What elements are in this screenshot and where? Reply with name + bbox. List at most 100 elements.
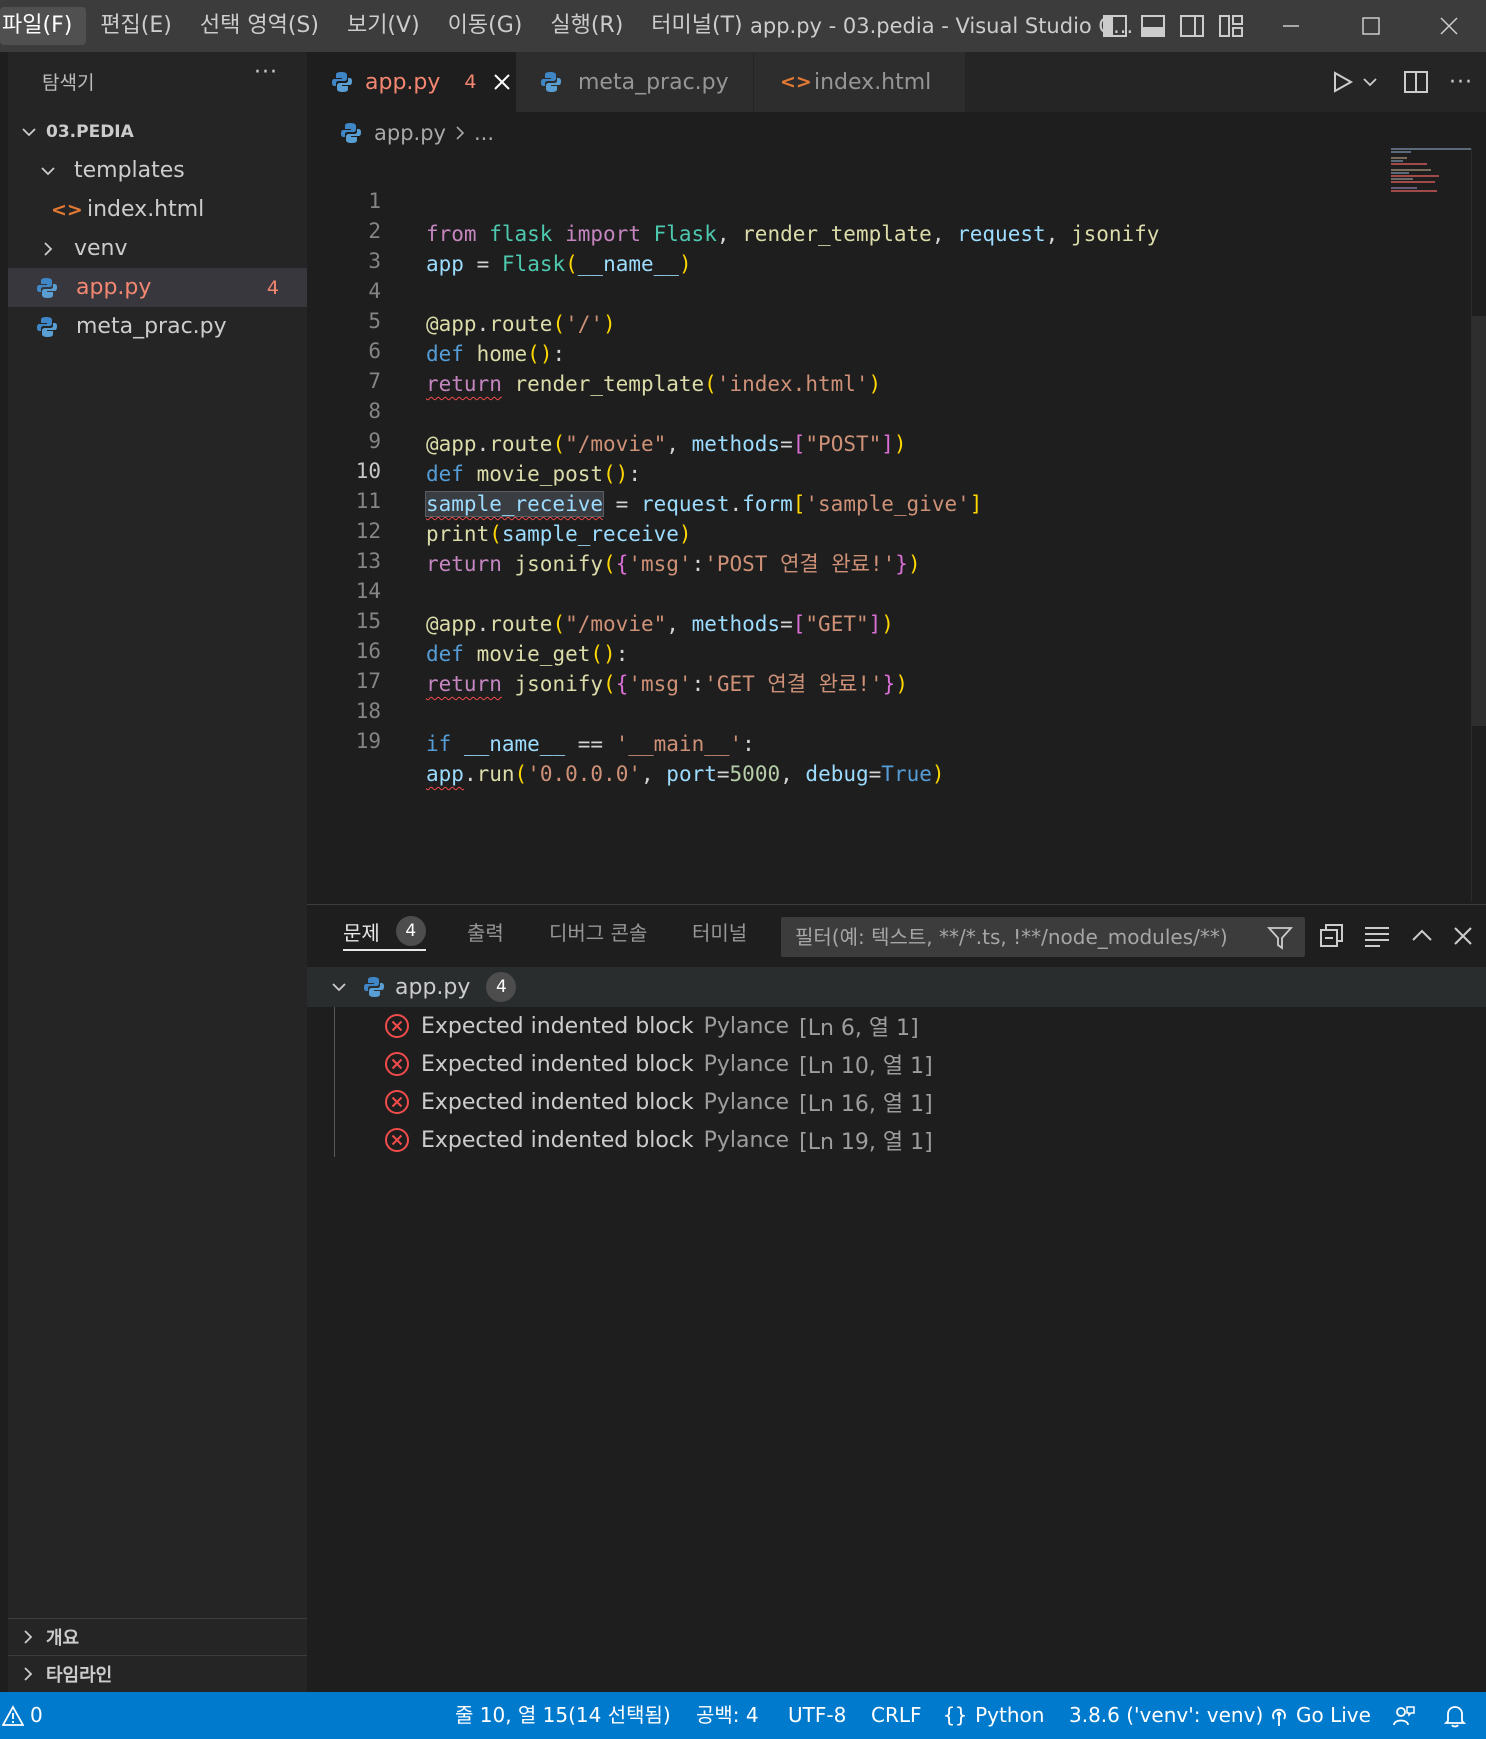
code-line: 11 print(sample_receive) <box>355 489 692 546</box>
minimize-button[interactable] <box>1251 0 1331 52</box>
problem-message: Expected indented block <box>421 1127 694 1153</box>
outline-label: 개요 <box>46 1628 80 1649</box>
tree-item-index-html[interactable]: <> index.html <box>8 190 307 229</box>
menu-bar: 파일(F) 편집(E) 선택 영역(S) 보기(V) 이동(G) 실행(R) 터… <box>0 0 745 52</box>
close-tab-icon[interactable] <box>492 72 512 92</box>
run-icon[interactable] <box>1329 69 1355 95</box>
chevron-down-icon <box>41 166 55 175</box>
tab-index-html[interactable]: <> index.html <box>754 52 965 112</box>
tree-item-meta-prac-py[interactable]: meta_prac.py <box>8 307 307 346</box>
tab-terminal[interactable]: 터미널 <box>692 905 747 957</box>
split-editor-icon[interactable] <box>1403 69 1429 95</box>
close-window-button[interactable] <box>1411 0 1486 52</box>
minimap[interactable] <box>1391 148 1471 194</box>
sidebar-title: 탐색기 <box>42 72 95 94</box>
status-problems[interactable]: 0 <box>2 1692 43 1739</box>
breadcrumb-file[interactable]: app.py <box>374 121 446 145</box>
code-line: 15 def movie_get(): <box>355 609 629 666</box>
problem-group-app-py[interactable]: app.py 4 <box>307 967 1486 1007</box>
tab-label: 문제 <box>343 920 380 945</box>
tab-debug-console[interactable]: 디버그 콘솔 <box>549 905 647 957</box>
status-eol[interactable]: CRLF <box>871 1692 922 1739</box>
status-feedback[interactable] <box>1392 1692 1416 1739</box>
tab-output[interactable]: 출력 <box>467 905 504 957</box>
filter-icon[interactable] <box>1267 925 1293 951</box>
problem-source: Pylance <box>703 1127 790 1153</box>
menu-edit[interactable]: 편집(E) <box>86 7 186 45</box>
word-wrap-icon[interactable] <box>1362 921 1392 951</box>
toggle-secondary-sidebar-icon[interactable] <box>1179 13 1205 39</box>
sidebar-more-actions-button[interactable]: ··· <box>254 60 278 85</box>
close-panel-icon[interactable] <box>1448 921 1478 951</box>
error-icon <box>385 1090 409 1114</box>
code-line: 18 if __name__ == '__main__': <box>355 699 755 756</box>
status-encoding[interactable]: UTF-8 <box>788 1692 846 1739</box>
menu-go[interactable]: 이동(G) <box>434 7 537 45</box>
problem-message: Expected indented block <box>421 1051 694 1077</box>
code-line: 16 return jsonify({'msg':'GET 연결 완료!'}) <box>355 639 908 696</box>
python-file-icon <box>541 72 561 92</box>
editor-scrollbar[interactable] <box>1471 148 1486 902</box>
collapse-all-icon[interactable] <box>1317 921 1347 951</box>
status-bar: 0 줄 10, 열 15(14 선택됨) 공백: 4 UTF-8 CRLF {}… <box>0 1692 1486 1739</box>
tree-item-venv[interactable]: venv <box>8 229 307 268</box>
tab-app-py[interactable]: app.py 4 <box>307 52 516 112</box>
editor-tab-bar: app.py 4 meta_prac.py <> index.html ··· <box>307 52 1486 112</box>
code-editor[interactable]: 1 from flask import Flask, render_templa… <box>307 152 1467 902</box>
chevron-right-icon <box>456 126 465 140</box>
status-go-live-label: Go Live <box>1296 1703 1371 1727</box>
customize-layout-icon[interactable] <box>1218 13 1244 39</box>
problem-message: Expected indented block <box>421 1013 694 1039</box>
code-line: 17 <box>355 669 381 693</box>
breadcrumb: app.py ... <box>340 116 494 150</box>
chevron-down-icon <box>22 127 36 136</box>
filter-input[interactable] <box>781 917 1251 957</box>
problem-item[interactable]: Expected indented block Pylance [Ln 19, … <box>307 1121 1486 1159</box>
tab-meta-prac-py[interactable]: meta_prac.py <box>516 52 753 112</box>
status-indentation[interactable]: 공백: 4 <box>696 1692 759 1739</box>
tab-label: meta_prac.py <box>578 69 729 95</box>
status-language-mode[interactable]: {} Python <box>943 1692 1044 1739</box>
status-notifications[interactable] <box>1444 1692 1466 1739</box>
menu-terminal[interactable]: 터미널(T) <box>637 7 744 45</box>
tab-problems[interactable]: 문제 4 <box>343 905 426 957</box>
code-line: 12 return jsonify({'msg':'POST 연결 완료!'}) <box>355 519 921 576</box>
error-icon <box>385 1014 409 1038</box>
problem-group-file: app.py <box>395 974 471 1000</box>
problem-location: [Ln 10, 열 1] <box>799 1054 933 1079</box>
python-file-icon <box>332 72 352 92</box>
error-icon <box>385 1052 409 1076</box>
tab-label: index.html <box>814 69 932 95</box>
menu-selection[interactable]: 선택 영역(S) <box>186 7 333 45</box>
chevron-down-icon[interactable] <box>1361 73 1379 91</box>
tree-item-app-py[interactable]: app.py 4 <box>8 268 307 307</box>
tree-item-templates[interactable]: templates <box>8 151 307 190</box>
folder-root-row[interactable]: 03.PEDIA <box>8 112 307 151</box>
chevron-up-icon[interactable] <box>1407 921 1437 951</box>
outline-section-header[interactable]: 개요 <box>8 1618 307 1655</box>
toggle-primary-sidebar-icon[interactable] <box>1102 13 1128 39</box>
maximize-button[interactable] <box>1331 0 1411 52</box>
problem-item[interactable]: Expected indented block Pylance [Ln 6, 열… <box>307 1007 1486 1045</box>
menu-file[interactable]: 파일(F) <box>0 7 87 45</box>
toggle-panel-icon[interactable] <box>1140 13 1166 39</box>
code-line: 8 @app.route("/movie", methods=["POST"]) <box>368 399 907 456</box>
status-go-live[interactable]: Go Live <box>1268 1692 1371 1739</box>
tree-item-label: app.py <box>76 275 152 300</box>
timeline-section-header[interactable]: 타임라인 <box>8 1655 307 1692</box>
problem-source: Pylance <box>703 1051 790 1077</box>
chevron-right-icon <box>24 1667 33 1681</box>
code-line: 3 <box>368 249 381 273</box>
breadcrumb-symbol[interactable]: ... <box>474 121 494 145</box>
code-line: 9 def movie_post(): <box>368 429 641 486</box>
status-python-interpreter[interactable]: 3.8.6 ('venv': venv) <box>1069 1692 1263 1739</box>
broadcast-icon <box>1272 1708 1286 1726</box>
menu-run[interactable]: 실행(R) <box>536 7 637 45</box>
status-cursor-position[interactable]: 줄 10, 열 15(14 선택됨) <box>455 1692 671 1739</box>
code-line: 2 app = Flask(__name__) <box>368 219 692 276</box>
more-actions-icon[interactable]: ··· <box>1449 70 1473 95</box>
problem-item[interactable]: Expected indented block Pylance [Ln 16, … <box>307 1083 1486 1121</box>
menu-view[interactable]: 보기(V) <box>333 7 434 45</box>
code-line-current: 10 sample_receive = request.form['sample… <box>355 459 983 517</box>
problem-item[interactable]: Expected indented block Pylance [Ln 10, … <box>307 1045 1486 1083</box>
